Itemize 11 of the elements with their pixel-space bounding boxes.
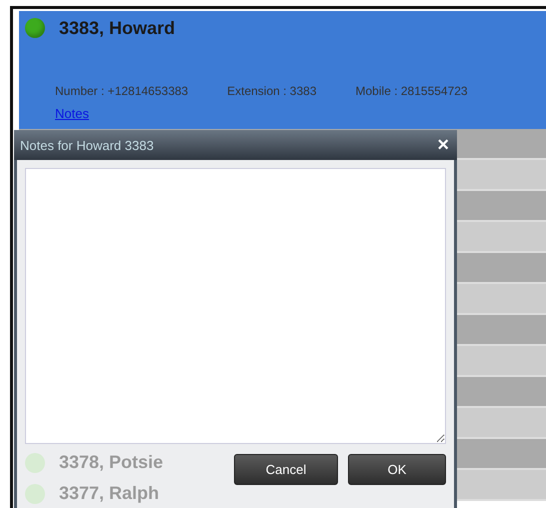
dialog-button[interactable]: Cancel (234, 454, 338, 485)
dialog-button[interactable]: OK (348, 454, 446, 485)
dialog-title: Notes for Howard 3383 (20, 138, 154, 152)
close-button[interactable]: × (437, 135, 449, 155)
notes-field[interactable] (25, 168, 446, 444)
contact-name: 3378, Potsie (59, 452, 164, 473)
contact-detail: Extension : 3383 (227, 84, 317, 98)
contact-name: 3377, Ralph (59, 483, 160, 504)
contact-detail: Number : +12814653383 (55, 84, 188, 98)
contact-detail: Mobile : 2815554723 (356, 84, 468, 98)
contact-name: 3383, Howard (59, 18, 176, 38)
